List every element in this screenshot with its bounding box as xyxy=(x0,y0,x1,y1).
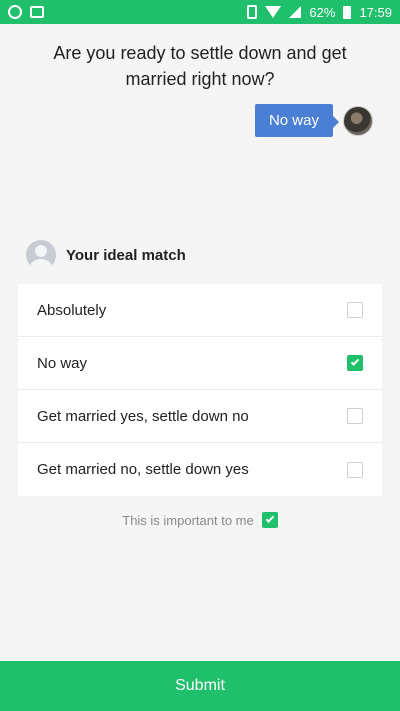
checkmark-icon xyxy=(265,514,274,523)
my-answer-row: No way xyxy=(254,104,373,137)
battery-icon xyxy=(343,5,352,19)
option-checkbox[interactable] xyxy=(347,461,363,478)
my-answer-bubble: No way xyxy=(254,104,340,137)
option-married-yes-settle-no[interactable]: Get married yes, settle down no xyxy=(18,390,382,443)
option-label: Get married yes, settle down no xyxy=(37,407,249,425)
checkmark-icon xyxy=(350,357,360,366)
status-right: 62% 17:59 xyxy=(247,5,392,20)
status-bar: 62% 17:59 xyxy=(0,0,400,24)
importance-checkbox[interactable] xyxy=(261,512,278,528)
wifi-icon xyxy=(265,6,282,18)
submit-button[interactable]: Submit xyxy=(0,661,400,711)
option-married-no-settle-yes[interactable]: Get married no, settle down yes xyxy=(18,443,382,496)
status-left xyxy=(8,5,44,19)
importance-row[interactable]: This is important to me xyxy=(0,512,400,528)
match-avatar-icon xyxy=(26,240,56,270)
option-checkbox[interactable] xyxy=(347,408,363,424)
option-absolutely[interactable]: Absolutely xyxy=(18,284,382,337)
image-icon xyxy=(30,6,44,18)
question-text: Are you ready to settle down and get mar… xyxy=(53,43,347,89)
signal-icon xyxy=(289,6,302,18)
option-checkbox[interactable] xyxy=(347,302,363,318)
option-label: No way xyxy=(37,354,88,372)
user-avatar xyxy=(343,105,373,136)
messenger-icon xyxy=(8,5,22,19)
option-label: Absolutely xyxy=(37,301,107,319)
vibrate-icon xyxy=(247,5,258,19)
battery-percent: 62% xyxy=(309,4,336,20)
answer-options-list: Absolutely No way Get married yes, settl… xyxy=(18,284,382,496)
importance-label: This is important to me xyxy=(122,512,254,528)
option-label: Get married no, settle down yes xyxy=(37,461,249,478)
option-no-way[interactable]: No way xyxy=(18,337,382,390)
ideal-match-title: Your ideal match xyxy=(66,246,186,264)
ideal-match-header: Your ideal match xyxy=(26,240,186,270)
option-checkbox[interactable] xyxy=(347,355,363,371)
clock: 17:59 xyxy=(359,4,392,20)
